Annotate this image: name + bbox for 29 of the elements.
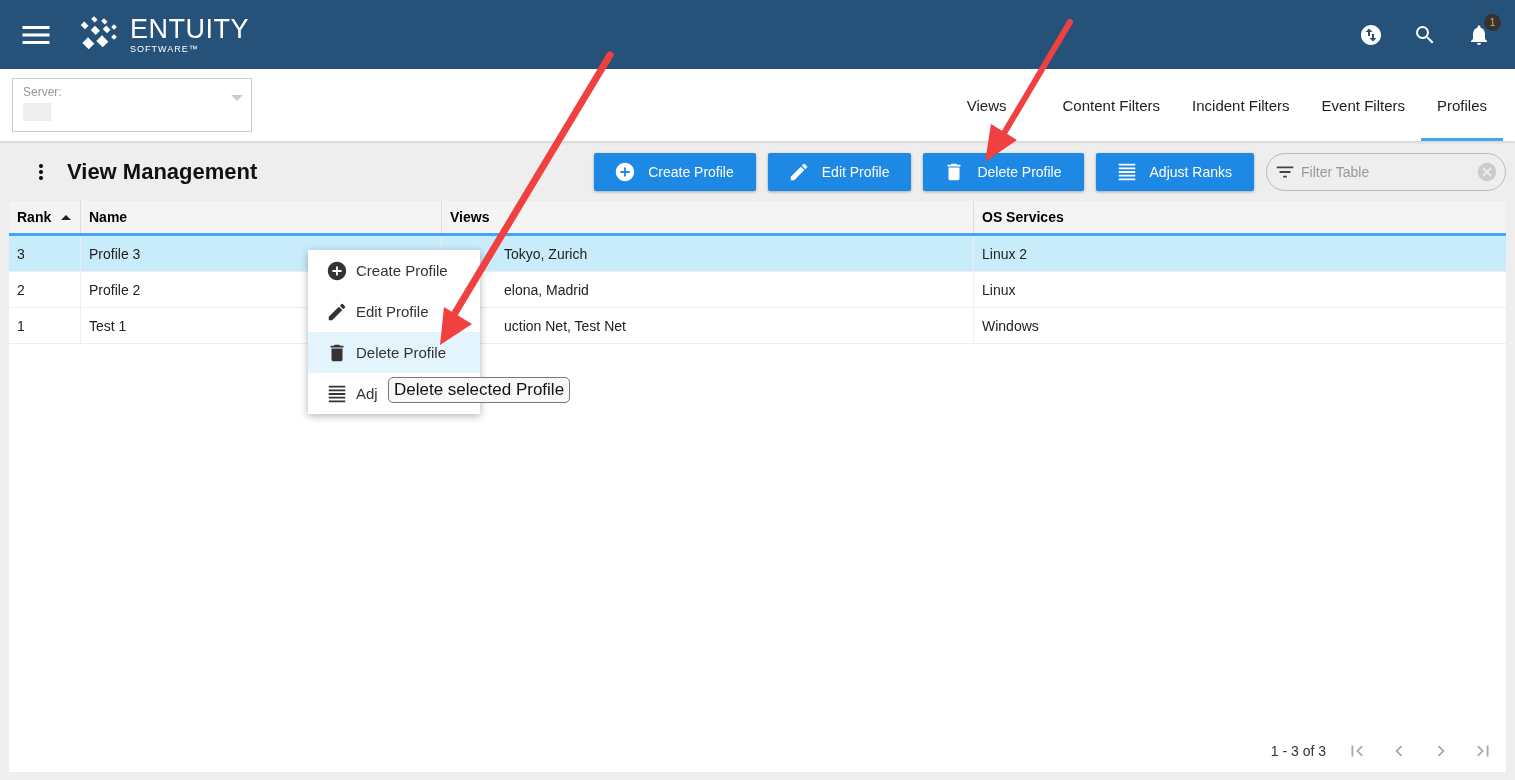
column-header[interactable]: OS Services (973, 201, 1506, 233)
logo-subtitle: SOFTWARE™ (130, 44, 200, 54)
toolbar-button[interactable]: Create Profile (594, 153, 756, 191)
page-title: View Management (67, 159, 258, 185)
pagination-range: 1 - 3 of 3 (1270, 743, 1326, 759)
table-cell: Linux (973, 272, 1506, 308)
notification-badge: 1 (1484, 13, 1501, 31)
logo-wordmark: ENTUITY (130, 15, 249, 43)
caret-icon (231, 95, 243, 101)
table-cell: Linux 2 (973, 236, 1506, 272)
swap-icon[interactable] (1359, 22, 1383, 47)
tab[interactable]: Incident Filters (1176, 69, 1306, 141)
tooltip: Delete selected Profile (388, 377, 571, 403)
filter-field[interactable]: Filter Table (1266, 153, 1506, 191)
menu-item[interactable]: Edit Profile (308, 291, 480, 332)
column-header[interactable]: Name (80, 201, 441, 233)
tab[interactable]: Event Filters (1305, 69, 1421, 141)
tab[interactable]: Content Filters (1046, 69, 1177, 141)
tab[interactable]: Views (950, 69, 1023, 141)
tab[interactable]: Profiles (1420, 69, 1503, 141)
toolbar-button[interactable]: Edit Profile (767, 153, 912, 191)
menu-item[interactable]: Delete Profile (308, 332, 480, 373)
table-cell: 3 (9, 236, 80, 272)
column-header[interactable]: Views (441, 201, 973, 233)
toolbar-button[interactable]: Delete Profile (923, 153, 1084, 191)
table-cell: Windows (973, 308, 1506, 344)
toolbar-button[interactable]: Adjust Ranks (1095, 153, 1254, 191)
column-header[interactable]: Rank (9, 201, 80, 233)
server-label: Server: (23, 85, 62, 99)
